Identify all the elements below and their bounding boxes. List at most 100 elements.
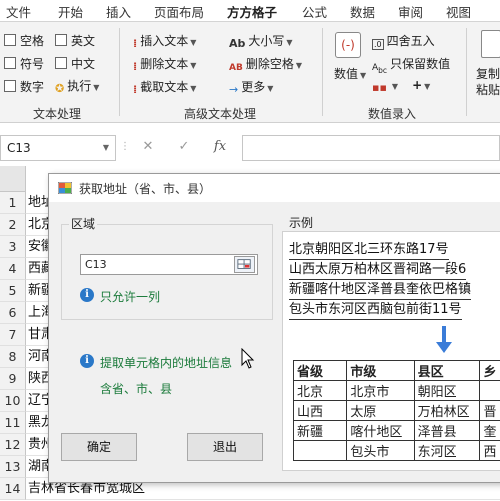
delete-text-icon: ⁞ xyxy=(133,60,138,73)
table-cell xyxy=(479,380,500,401)
formula-input[interactable] xyxy=(242,135,500,161)
info-icon: i xyxy=(80,288,94,302)
row-header[interactable]: 2 xyxy=(0,214,26,236)
tab-formulas[interactable]: 公式 xyxy=(302,2,327,21)
mouse-pointer-icon xyxy=(241,348,255,369)
operation-button[interactable]: ▪▪ ▼ + ▼ xyxy=(372,78,430,94)
extract-text-icon: ⁞ xyxy=(133,83,138,96)
row-header[interactable]: 11 xyxy=(0,412,26,434)
table-cell: 太原 xyxy=(346,400,415,421)
row-header[interactable]: 8 xyxy=(0,346,26,368)
more-button[interactable]: → 更多 ▼ xyxy=(229,78,273,96)
insert-text-icon: ⁞ xyxy=(133,37,138,50)
row-header[interactable]: 9 xyxy=(0,368,26,390)
group-label-adv-text: 高级文本处理 xyxy=(184,107,257,121)
table-row: 北京 北京市 朝阳区 xyxy=(292,380,500,401)
checkbox-icon xyxy=(55,57,67,69)
insert-text-button[interactable]: ⁞ 插入文本 ▼ xyxy=(133,32,196,50)
table-row: 包头市 东河区 西 xyxy=(292,440,500,461)
tab-fangfang[interactable]: 方方格子 xyxy=(227,2,278,26)
table-cell: 新疆 xyxy=(292,420,348,441)
example-table: 省级 市级 县区 乡 北京 北京市 朝阳区 山西 太原 万柏林区 晋 新疆 喀什… xyxy=(292,360,500,461)
row-header[interactable]: 12 xyxy=(0,434,26,456)
checkbox-icon xyxy=(4,34,16,46)
table-cell: 西 xyxy=(479,440,500,461)
value-icon: (-) xyxy=(335,32,361,58)
table-row: 山西 太原 万柏林区 晋 xyxy=(292,400,500,421)
check-number[interactable]: 数字 xyxy=(4,78,44,95)
tab-insert[interactable]: 插入 xyxy=(106,2,131,21)
paste-button[interactable]: 粘贴 xyxy=(476,81,500,98)
example-line: 北京朝阳区北三环东路17号 xyxy=(289,240,449,260)
chevron-down-icon: ▼ xyxy=(190,84,197,93)
delete-text-button[interactable]: ⁞ 删除文本 ▼ xyxy=(133,55,196,73)
table-header-cell: 省级 xyxy=(292,360,348,381)
table-cell: 晋 xyxy=(479,400,500,421)
arrow-right-icon: → xyxy=(229,83,239,96)
execute-icon: ✪ xyxy=(55,82,65,95)
dialog-title: 获取地址（省、市、县） xyxy=(79,182,212,196)
plus-icon: + xyxy=(412,78,423,92)
tab-view[interactable]: 视图 xyxy=(446,2,471,21)
tab-data[interactable]: 数据 xyxy=(350,2,375,21)
range-select-button[interactable] xyxy=(234,256,255,273)
row-header[interactable]: 13 xyxy=(0,456,26,478)
tab-file[interactable]: 文件 xyxy=(6,2,31,21)
table-header-cell: 市级 xyxy=(346,360,415,381)
check-chinese[interactable]: 中文 xyxy=(55,55,95,72)
chevron-down-icon: ▼ xyxy=(93,83,100,92)
table-cell: 喀什地区 xyxy=(346,420,415,441)
row-header[interactable]: 4 xyxy=(0,258,26,280)
info-icon: i xyxy=(80,354,94,368)
region-label: 区域 xyxy=(69,215,98,232)
extract-text-button[interactable]: ⁞ 截取文本 ▼ xyxy=(133,78,196,96)
tab-review[interactable]: 审阅 xyxy=(398,2,423,21)
tab-page-layout[interactable]: 页面布局 xyxy=(154,2,204,21)
check-english[interactable]: 英文 xyxy=(55,32,95,49)
chevron-down-icon[interactable]: ▼ xyxy=(103,143,109,152)
function-icon[interactable]: fx xyxy=(202,139,238,154)
check-symbol[interactable]: 符号 xyxy=(4,55,44,72)
chevron-down-icon: ▼ xyxy=(360,71,367,80)
select-all-corner[interactable] xyxy=(0,166,26,192)
case-button[interactable]: Ab 大小写 ▼ xyxy=(229,32,293,50)
check-space[interactable]: 空格 xyxy=(4,32,44,49)
ok-button[interactable]: 确定 xyxy=(61,433,137,461)
range-input[interactable]: C13 xyxy=(80,254,258,275)
case-icon: Ab xyxy=(229,37,246,50)
row-header[interactable]: 3 xyxy=(0,236,26,258)
tab-home[interactable]: 开始 xyxy=(58,2,83,21)
group-label-numeric: 数值录入 xyxy=(368,107,417,121)
row-header[interactable]: 14 xyxy=(0,478,26,500)
row-header[interactable]: 5 xyxy=(0,280,26,302)
example-line: 包头市东河区西脑包前街11号 xyxy=(289,300,462,320)
keep-value-button[interactable]: Abc 只保留数值 xyxy=(372,55,450,75)
chevron-down-icon: ▼ xyxy=(391,82,399,91)
value-button[interactable]: 数值 ▼ xyxy=(334,65,366,82)
chevron-down-icon: ▼ xyxy=(190,61,197,70)
example-label: 示例 xyxy=(287,214,316,231)
copy-button[interactable]: 复制 xyxy=(476,65,500,82)
row-header[interactable]: 7 xyxy=(0,324,26,346)
chevron-down-icon: ▼ xyxy=(190,38,197,47)
confirm-icon[interactable]: ✓ xyxy=(166,139,202,154)
dialog-titlebar[interactable]: 获取地址（省、市、县） xyxy=(49,174,500,202)
group-divider xyxy=(466,28,467,116)
table-cell xyxy=(292,440,348,461)
execute-button[interactable]: ✪ 执行 ▼ xyxy=(55,77,99,95)
round-button[interactable]: .0 四舍五入 xyxy=(372,32,435,50)
table-cell: 东河区 xyxy=(413,440,481,461)
grid-line xyxy=(26,499,500,500)
cancel-icon[interactable]: ✕ xyxy=(130,139,166,154)
row-header[interactable]: 10 xyxy=(0,390,26,412)
table-cell: 山西 xyxy=(292,400,348,421)
formula-icons: ✕ ✓ fx xyxy=(130,139,238,154)
row-header[interactable]: 6 xyxy=(0,302,26,324)
hint-levels: 含省、市、县 xyxy=(100,382,173,396)
exit-button[interactable]: 退出 xyxy=(187,433,263,461)
remove-space-button[interactable]: AB 删除空格 ▼ xyxy=(229,55,302,73)
splitter-icon[interactable]: ⋮ xyxy=(120,141,130,152)
name-box[interactable]: C13 ▼ xyxy=(0,135,116,161)
remove-space-icon: AB xyxy=(229,63,243,73)
row-header[interactable]: 1 xyxy=(0,192,26,214)
